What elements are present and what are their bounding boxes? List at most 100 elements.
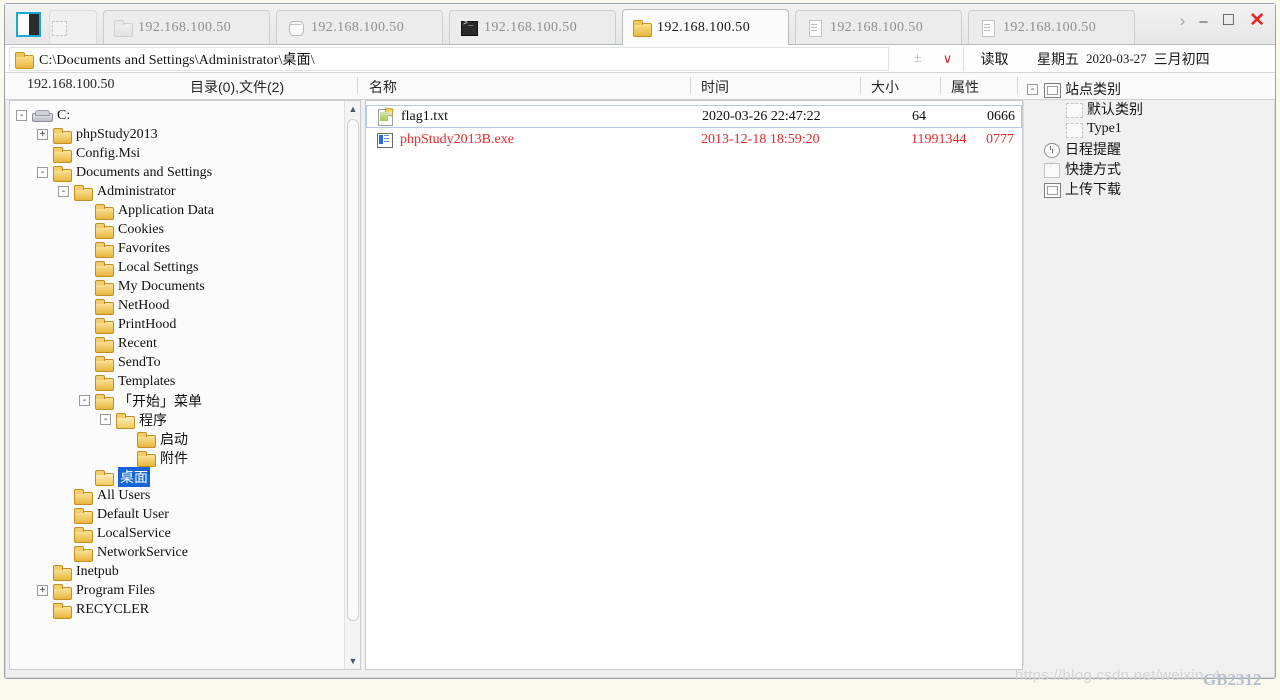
tab-2[interactable]: 192.168.100.50	[276, 10, 443, 44]
directory-tree-pane[interactable]: - C: + phpStudy2013 Config.Msi - Documents and…	[9, 100, 361, 670]
site-tree-node[interactable]: 默认类别	[1027, 99, 1273, 119]
tree-scrollbar[interactable]: ▲ ▼	[344, 101, 360, 669]
tree-node[interactable]: NetHood	[16, 296, 360, 315]
tree-node[interactable]: 桌面	[16, 466, 360, 487]
minimize-icon[interactable]: –	[1199, 13, 1207, 31]
site-tree-node-label: 默认类别	[1087, 101, 1143, 117]
tab-4[interactable]: 192.168.100.50	[622, 9, 789, 45]
chevron-down-icon[interactable]: ∨	[943, 51, 953, 67]
tree-node[interactable]: - Documents and Settings	[16, 163, 360, 182]
tab-3[interactable]: 192.168.100.50	[449, 10, 616, 44]
column-header-size[interactable]: 大小	[871, 77, 899, 97]
table-row[interactable]: flag1.txt 2020-03-26 22:47:22 64 0666	[366, 105, 1022, 128]
tree-node[interactable]: - 程序	[16, 410, 360, 429]
tree-node[interactable]: + phpStudy2013	[16, 125, 360, 144]
scroll-up-arrow-icon[interactable]: ▲	[345, 101, 360, 117]
scroll-down-arrow-icon[interactable]: ▼	[345, 653, 360, 669]
tree-node[interactable]: PrintHood	[16, 315, 360, 334]
collapse-icon[interactable]: -	[79, 395, 90, 406]
tree-node[interactable]: Templates	[16, 372, 360, 391]
tree-node[interactable]: Cookies	[16, 220, 360, 239]
collapse-icon[interactable]: -	[16, 110, 27, 121]
overflow-chevron-icon[interactable]: ›	[1180, 12, 1186, 30]
tab-6[interactable]: 192.168.100.50	[968, 10, 1135, 44]
tree-node[interactable]: Default User	[16, 505, 360, 524]
site-tree-node-label: 站点类别	[1065, 81, 1121, 97]
tab-0[interactable]	[49, 10, 97, 44]
counts-label: 目录(0),文件(2)	[190, 79, 285, 95]
tree-node-label: 桌面	[118, 466, 150, 487]
tree-node[interactable]: 附件	[16, 448, 360, 467]
tree-node[interactable]: Local Settings	[16, 258, 360, 277]
collapse-icon[interactable]: -	[1027, 83, 1038, 95]
tab-5[interactable]: 192.168.100.50	[795, 10, 962, 44]
column-header-name[interactable]: 名称	[369, 77, 397, 97]
tree-node[interactable]: Favorites	[16, 239, 360, 258]
tree-node[interactable]: - C:	[16, 106, 360, 125]
folder-icon	[53, 583, 72, 600]
expand-icon[interactable]: +	[37, 585, 48, 596]
folder-icon	[53, 602, 72, 619]
window-buttons: › – ☐ ✕	[1180, 11, 1265, 31]
panel-toggle-icon[interactable]	[16, 12, 41, 37]
expand-icon[interactable]: +	[37, 129, 48, 140]
maximize-icon[interactable]: ☐	[1222, 12, 1235, 30]
site-tree-node[interactable]: - 站点类别	[1027, 79, 1273, 99]
site-tree-node[interactable]: Type1	[1027, 119, 1273, 139]
tree-node[interactable]: LocalService	[16, 524, 360, 543]
column-header-time[interactable]: 时间	[701, 77, 729, 97]
tree-node[interactable]: Config.Msi	[16, 144, 360, 163]
tree-node[interactable]: RECYCLER	[16, 600, 360, 619]
path-input[interactable]: C:\Documents and Settings\Administrator\…	[9, 47, 889, 71]
tree-node[interactable]: - Administrator	[16, 182, 360, 201]
collapse-icon[interactable]: -	[37, 167, 48, 178]
tree-node-label: Local Settings	[118, 259, 199, 275]
window-icon	[1044, 82, 1061, 98]
folder-icon	[95, 260, 114, 277]
dashed-icon	[1066, 102, 1083, 118]
tree-node-label: phpStudy2013	[76, 126, 158, 142]
folder-icon	[53, 127, 72, 144]
document-icon	[806, 20, 823, 37]
folder-icon	[53, 146, 72, 163]
text-file-icon	[377, 106, 394, 126]
folder-icon	[74, 507, 93, 524]
plus-minus-icon[interactable]: ±	[914, 51, 922, 67]
tree-node-label: Recent	[118, 335, 157, 351]
watermark-url: https://blog.csdn.net/weixin_4	[1015, 667, 1221, 684]
close-icon[interactable]: ✕	[1249, 11, 1265, 30]
tree-node[interactable]: NetworkService	[16, 543, 360, 562]
file-list-pane[interactable]: flag1.txt 2020-03-26 22:47:22 64 0666 phpStu…	[365, 100, 1023, 670]
file-size-cell: 11991344	[911, 131, 967, 147]
site-category-pane[interactable]: - 站点类别默认类别 Type1 日程提醒快捷方式上传下载	[1027, 79, 1273, 669]
tree-node[interactable]: My Documents	[16, 277, 360, 296]
tree-node-label: All Users	[97, 487, 151, 503]
site-tree-node-label: 日程提醒	[1065, 141, 1121, 157]
site-tree-node[interactable]: 上传下载	[1027, 179, 1273, 199]
tree-node[interactable]: Application Data	[16, 201, 360, 220]
tab-1[interactable]: 192.168.100.50	[103, 10, 270, 44]
tree-node[interactable]: - 「开始」菜单	[16, 391, 360, 410]
tree-node[interactable]: SendTo	[16, 353, 360, 372]
scrollbar-thumb[interactable]	[347, 119, 359, 621]
site-tree-node[interactable]: 快捷方式	[1027, 159, 1273, 179]
collapse-icon[interactable]: -	[100, 414, 111, 425]
tree-node[interactable]: Recent	[16, 334, 360, 353]
folder-icon	[95, 355, 114, 372]
tree-node[interactable]: + Program Files	[16, 581, 360, 600]
tree-node[interactable]: All Users	[16, 486, 360, 505]
tab-bar: 192.168.100.50 192.168.100.50 192.168.100.…	[5, 4, 1275, 45]
tree-node[interactable]: Inetpub	[16, 562, 360, 581]
site-tree-node[interactable]: 日程提醒	[1027, 139, 1273, 159]
tree-node[interactable]: 启动	[16, 429, 360, 448]
read-button[interactable]: 读取	[963, 47, 1025, 71]
column-header-attr[interactable]: 属性	[951, 77, 979, 97]
table-row[interactable]: phpStudy2013B.exe 2013-12-18 18:59:20 1199…	[366, 128, 1022, 151]
collapse-icon[interactable]: -	[58, 186, 69, 197]
clock-icon	[1044, 142, 1060, 158]
tree-node-label: SendTo	[118, 354, 161, 370]
